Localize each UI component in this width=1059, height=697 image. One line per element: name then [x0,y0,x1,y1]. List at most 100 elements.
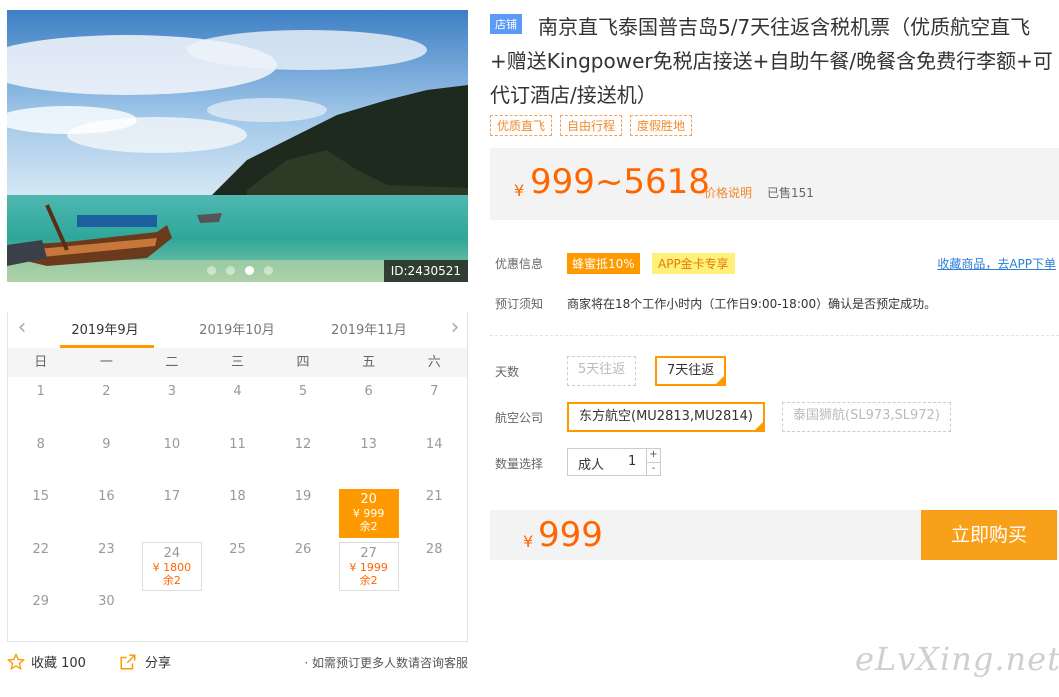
purchase-bar: ¥ 999 立即购买 [490,510,1059,560]
option-thai-lion-air[interactable]: 泰国狮航(SL973,SL972) [782,402,951,432]
calendar-day-available[interactable]: 24 ¥ 1800 余2 [139,538,205,591]
weekday-label: 日 [34,355,48,370]
quantity-type: 成人 [578,458,605,473]
calendar-day-box[interactable]: 27 ¥ 1999 余2 [338,541,399,591]
day-remaining: 余2 [162,573,181,587]
days-label: 天数 [495,365,520,379]
site-watermark: eLvXing.net [855,640,1059,678]
calendar-day: 12 [294,436,312,452]
hero-image[interactable]: ID:2430521 [7,10,468,282]
calendar-day: 4 [233,384,242,399]
calendar-day: 28 [425,541,443,557]
calendar-day: 2 [102,384,111,399]
price-range: 999~5618 [530,162,710,202]
calendar-day: 13 [360,436,377,452]
quantity-stepper: 成人 1 + - [567,448,661,476]
calendar-day: 15 [32,489,50,504]
option-5-days[interactable]: 5天往返 [567,356,637,386]
tab-month-nov[interactable]: 2019年11月 [324,319,414,338]
day-number: 24 [163,545,181,561]
booking-notice: 商家将在18个工作小时内（工作日9:00-18:00）确认是否预定成功。 [567,297,937,311]
day-remaining: 余2 [359,520,378,533]
calendar-day-available[interactable]: 20 ¥ 999 余2 [336,485,402,538]
beach-photo [7,10,468,282]
carousel-dot[interactable] [226,266,235,275]
app-order-link[interactable]: 收藏商品，去APP下单 [937,255,1056,272]
share-icon [120,654,136,669]
calendar-day: 11 [229,436,246,452]
decrement-button[interactable]: - [647,462,660,475]
app-vip-badge: APP金卡专享 [652,253,735,274]
calendar-day: 22 [32,541,50,557]
departure-calendar: ‹ 2019年9月 2019年10月 2019年11月 › 日 一 二 三 四 … [7,312,468,642]
buy-now-button[interactable]: 立即购买 [921,510,1057,560]
weekday-label: 五 [362,355,376,370]
quantity-input[interactable]: 1 [628,454,636,469]
carousel-dot[interactable] [264,266,273,275]
day-remaining: 余2 [359,573,378,587]
calendar-month-tabs: ‹ 2019年9月 2019年10月 2019年11月 › [8,312,469,348]
buy-currency: ¥ [523,532,534,551]
quantity-label: 数量选择 [495,457,544,471]
share-label: 分享 [145,656,172,671]
calendar-day: 3 [167,384,177,399]
buy-price: 999 [538,515,603,555]
tag: 度假胜地 [630,115,693,136]
weekday-label: 一 [99,355,113,370]
tag: 自由行程 [560,115,623,136]
prev-month-icon[interactable]: ‹ [12,316,32,340]
product-id-label: ID:2430521 [383,260,468,282]
calendar-day: 10 [163,436,181,452]
price-currency: ¥ [514,181,525,200]
calendar-day: 5 [298,384,308,399]
carousel-dot-active[interactable] [245,266,254,275]
weekday-label: 四 [296,355,310,370]
honey-discount-badge: 蜂蜜抵10% [567,253,640,274]
carousel-dots [207,266,273,275]
calendar-day: 7 [430,384,439,399]
carousel-dot[interactable] [207,266,216,275]
footer-actions: 收藏 100 分享 · 如需预订更多人数请咨询客服 [7,650,468,676]
calendar-day: 18 [229,489,246,504]
favorite-label: 收藏 100 [31,656,86,671]
product-title: 南京直飞泰国普吉岛5/7天往返含税机票（优质航空直飞+赠送Kingpower免税… [490,15,1053,107]
option-china-eastern[interactable]: 东方航空(MU2813,MU2814) [567,402,765,432]
option-7-days[interactable]: 7天往返 [655,356,727,386]
section-divider [490,335,1059,336]
weekday-label: 六 [427,355,441,370]
calendar-day-selected[interactable]: 20 ¥ 999 余2 [338,489,399,538]
increment-button[interactable]: + [647,449,660,462]
product-tags: 优质直飞 自由行程 度假胜地 [490,115,693,136]
calendar-day: 29 [32,594,50,609]
promo-label: 优惠信息 [495,257,544,271]
tag: 优质直飞 [490,115,553,136]
calendar-day: 17 [163,489,181,504]
tab-month-sep[interactable]: 2019年9月 [60,319,150,338]
share-button[interactable]: 分享 [119,652,171,671]
day-number: 20 [360,492,377,507]
calendar-day: 1 [36,384,45,399]
price-explain-link[interactable]: 价格说明 [704,184,752,201]
calendar-day: 9 [102,436,111,452]
shop-badge: 店铺 [490,14,522,34]
calendar-day-box[interactable]: 24 ¥ 1800 余2 [141,541,202,591]
sold-count: 已售151 [767,186,814,200]
calendar-weekday-header: 日 一 二 三 四 五 六 [8,348,467,377]
calendar-day: 8 [36,436,45,452]
calendar-day-available[interactable]: 27 ¥ 1999 余2 [336,538,402,591]
calendar-day: 14 [425,436,443,452]
weekday-label: 三 [230,355,244,370]
tab-month-oct[interactable]: 2019年10月 [192,319,282,338]
stepper-controls: + - [646,449,660,475]
calendar-day: 6 [364,384,373,399]
calendar-day: 16 [98,489,115,504]
day-number: 27 [360,545,377,561]
calendar-day: 30 [98,594,115,609]
favorite-button[interactable]: 收藏 100 [7,652,86,671]
next-month-icon[interactable]: › [445,316,465,340]
calendar-day: 25 [229,541,246,557]
day-price: ¥ 1800 [152,560,192,574]
price-panel: ¥ 999~5618 价格说明 已售151 [490,148,1059,220]
calendar-day-grid: 1 2 3 4 5 6 7 8 9 10 11 12 13 14 15 16 17 18 19 20 ¥ 999 余2 21… [8,380,467,643]
day-price: ¥ 1999 [349,560,388,574]
